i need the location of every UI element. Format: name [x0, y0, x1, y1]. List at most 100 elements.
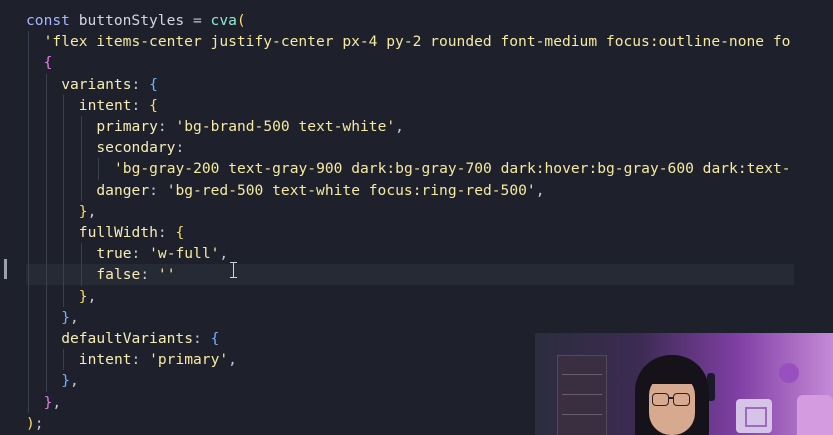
code-token: : [131, 75, 150, 93]
indent-guide [45, 370, 47, 392]
indent-guide [28, 328, 29, 350]
indent-guide [45, 285, 47, 307]
indent-guide [28, 264, 29, 286]
code-token: 'bg-gray-200 text-gray-900 dark:bg-gray-… [114, 160, 791, 178]
code-line[interactable]: }, [0, 307, 833, 328]
background-light [779, 363, 799, 383]
indent-guide [45, 328, 47, 350]
indent-guide [28, 306, 29, 328]
code-line[interactable]: danger: 'bg-red-500 text-white focus:rin… [0, 180, 833, 201]
background-shelf [557, 355, 607, 435]
indent-guide [63, 264, 65, 286]
indent-guide [28, 243, 29, 265]
code-token: intent [78, 351, 132, 369]
code-token: , [69, 372, 79, 390]
indent-guide [63, 243, 65, 265]
code-token: fullWidth [78, 224, 158, 241]
code-token: : [131, 96, 150, 114]
code-token: 'bg-brand-500 text-white' [175, 118, 396, 135]
code-token: 'flex items-center justify-center px-4 p… [43, 33, 791, 51]
code-line[interactable]: intent: { [0, 95, 833, 116]
twitch-sign-icon [736, 399, 772, 433]
streamer-bangs [645, 366, 697, 384]
indent-guide [28, 137, 29, 159]
code-token: , [395, 118, 404, 135]
indent-guide [98, 158, 100, 180]
glasses-icon [652, 393, 692, 406]
code-token: primary [96, 118, 158, 135]
code-token: } [61, 372, 70, 390]
code-token: { [210, 330, 220, 347]
indent-guide [45, 200, 47, 222]
code-line[interactable]: variants: { [0, 74, 833, 95]
indent-guide [28, 179, 29, 201]
indent-guide [45, 222, 47, 244]
indent-guide [45, 349, 47, 371]
code-line[interactable]: 'flex items-center justify-center px-4 p… [0, 31, 833, 52]
code-token: intent [78, 96, 132, 114]
webcam-overlay [535, 333, 833, 435]
code-line[interactable]: const buttonStyles = cva( [0, 10, 833, 31]
indent-guide [45, 264, 47, 286]
indent-guide [63, 200, 65, 222]
code-token: cva [210, 12, 237, 29]
indent-guide [63, 137, 65, 159]
indent-guide [63, 222, 65, 244]
code-token: : [157, 224, 176, 241]
code-line[interactable]: { [0, 52, 833, 73]
code-token: , [535, 181, 545, 199]
code-token: , [52, 393, 62, 411]
code-token: : [131, 351, 150, 369]
code-line[interactable]: false: '' [26, 264, 794, 286]
code-token: = [192, 12, 211, 29]
code-token: : [140, 266, 158, 284]
indent-guide [63, 116, 65, 138]
code-token: defaultVariants [61, 330, 193, 347]
indent-guide [63, 158, 65, 180]
indent-guide [80, 179, 82, 201]
code-token: false [96, 266, 141, 284]
code-line[interactable]: true: 'w-full', [0, 243, 833, 264]
code-token: 'bg-red-500 text-white focus:ring-red-50… [166, 181, 536, 199]
indent-guide [80, 158, 82, 180]
code-token: : [175, 139, 185, 157]
indent-guide [63, 94, 65, 116]
code-token: } [78, 287, 88, 305]
code-token: , [228, 351, 237, 369]
indent-guide [45, 137, 47, 159]
code-token: ( [236, 12, 246, 29]
code-token: secondary [96, 139, 176, 157]
code-token: 'w-full' [149, 245, 220, 263]
indent-guide [45, 116, 47, 138]
indent-guide [28, 200, 29, 222]
indent-guide [45, 94, 47, 116]
code-token: } [61, 308, 70, 326]
indent-guide [45, 243, 47, 265]
code-token: 'primary' [149, 351, 229, 369]
text-cursor-icon [229, 262, 238, 278]
code-token: } [78, 202, 88, 220]
indent-guide [28, 31, 29, 53]
indent-guide [28, 391, 29, 413]
code-token: true [96, 245, 132, 263]
indent-guide [28, 370, 29, 392]
indent-guide [63, 179, 65, 201]
indent-guide [80, 116, 82, 138]
code-token: ) [26, 414, 35, 432]
code-line[interactable]: 'bg-gray-200 text-gray-900 dark:bg-gray-… [0, 158, 833, 179]
code-line[interactable]: secondary: [0, 137, 833, 158]
code-token: buttonStyles [78, 12, 193, 29]
code-line[interactable]: fullWidth: { [0, 222, 833, 243]
indent-guide [28, 349, 29, 371]
indent-guide [80, 137, 82, 159]
code-token: { [149, 96, 158, 114]
code-token: { [43, 54, 53, 72]
code-token: , [69, 308, 79, 326]
indent-guide [80, 264, 82, 286]
code-token: const [26, 12, 79, 29]
code-line[interactable]: primary: 'bg-brand-500 text-white', [0, 116, 833, 137]
code-line[interactable]: }, [0, 201, 833, 222]
indent-guide [63, 349, 65, 371]
code-line[interactable]: }, [0, 286, 833, 307]
current-line-marker [4, 259, 7, 279]
